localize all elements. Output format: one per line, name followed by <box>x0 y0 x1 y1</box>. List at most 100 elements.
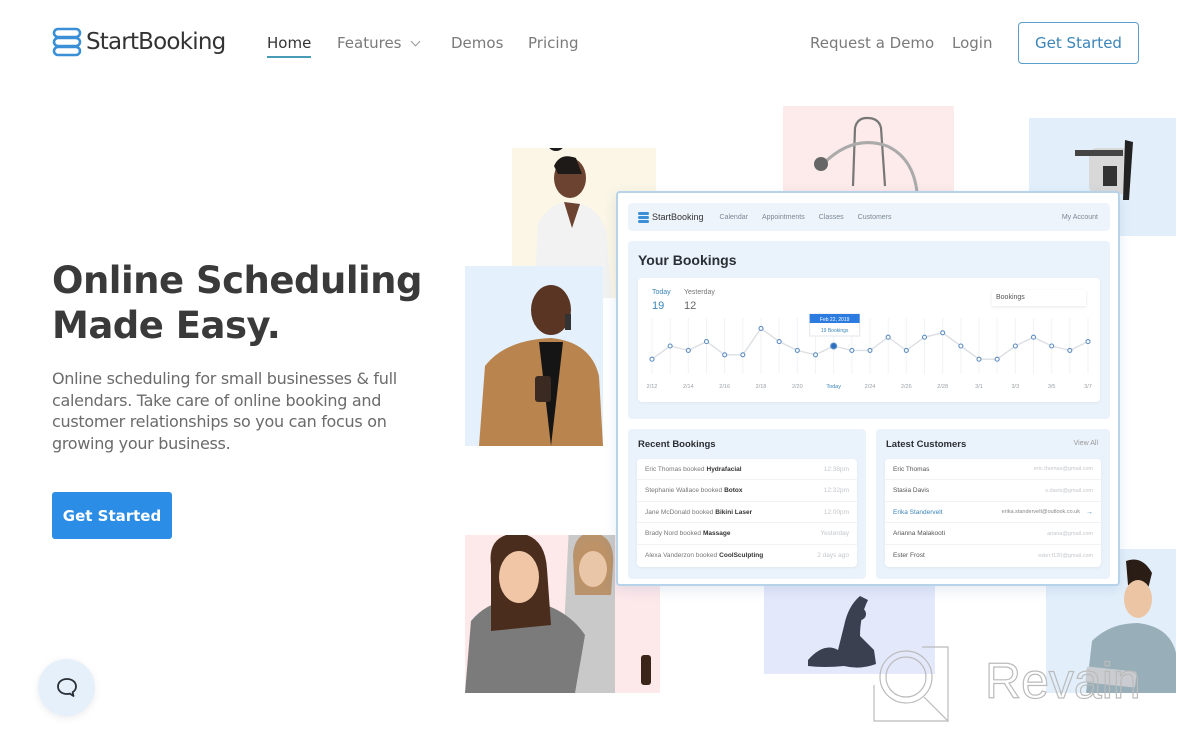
chart-point[interactable] <box>1030 334 1037 340</box>
customer-name: Stasia Davis <box>893 487 930 494</box>
chart-point[interactable] <box>994 356 1000 362</box>
booking-customer: Brady Nord booked <box>645 530 702 537</box>
recent-booking-row[interactable]: Brady Nord booked Massage Yesterday <box>637 524 857 545</box>
chart-point[interactable] <box>649 356 655 362</box>
photo-tile-stethoscope <box>783 106 954 192</box>
chart-point[interactable] <box>903 347 909 353</box>
hero-title-line1: Online Scheduling <box>52 259 423 302</box>
get-started-nav-button[interactable]: Get Started <box>1018 22 1139 64</box>
nav-features[interactable]: Features <box>337 34 420 52</box>
customer-name: Arianna Malakooti <box>893 530 946 537</box>
customer-row[interactable]: Erika Standervelt erika.standervelt@outlo… <box>885 502 1101 523</box>
bookings-title: Your Bookings <box>638 252 737 268</box>
dashboard-nav-customers[interactable]: Customers <box>858 214 892 221</box>
chart-point[interactable] <box>1067 347 1073 353</box>
customer-email: ariana@gmail.com <box>1047 530 1093 537</box>
booking-customer: Eric Thomas booked <box>645 465 705 473</box>
recent-booking-row[interactable]: Alexa Vanderzon booked CoolSculpting 2 day… <box>637 545 857 566</box>
view-all-link[interactable]: View All <box>1074 440 1098 447</box>
chart-point[interactable] <box>867 347 873 353</box>
chart-point[interactable] <box>1049 343 1055 349</box>
get-started-hero-button[interactable]: Get Started <box>52 492 172 539</box>
chart-x-tick-label: 2/18 <box>756 384 767 390</box>
dashboard-brand: StartBooking <box>652 212 704 222</box>
chart-point[interactable] <box>776 339 782 345</box>
nav-pricing[interactable]: Pricing <box>528 34 579 52</box>
dashboard-my-account[interactable]: My Account <box>1062 214 1098 221</box>
hero-title-line2: Made Easy. <box>52 304 281 347</box>
chart-point[interactable] <box>758 325 764 331</box>
booking-service: Hydrafacial <box>706 465 742 473</box>
customer-row[interactable]: Arianna Malakooti ariana@gmail.com <box>885 524 1101 545</box>
chart-point[interactable] <box>703 339 710 345</box>
chart-point[interactable] <box>921 334 928 340</box>
chart-point[interactable] <box>958 343 964 349</box>
customer-email: s.davis@gmail.com <box>1045 487 1093 494</box>
bookings-line-chart: Feb 22, 2019 19 Bookings 2/12 2/14 2/16 2/18 2… <box>647 313 1092 390</box>
startbooking-logo-icon <box>638 211 649 223</box>
tooltip-date: Feb 22, 2019 <box>820 317 850 323</box>
customer-row[interactable]: Ester Frost ester.f120@gmail.com <box>885 545 1101 566</box>
chart-point[interactable] <box>685 347 691 353</box>
booking-time: 12:32pm <box>823 487 849 494</box>
booking-customer: Jane McDonald booked <box>645 508 714 516</box>
recent-booking-row[interactable]: Stephanie Wallace booked Botox 12:32pm <box>637 481 857 502</box>
bookings-panel: Your Bookings Today 19 Yesterday 12 Book… <box>628 241 1110 419</box>
stethoscope-image <box>814 116 919 192</box>
recent-bookings-list: Eric Thomas booked Hydrafacial 12:38pm Step… <box>637 459 857 567</box>
recent-booking-row[interactable]: Jane McDonald booked Bikini Laser 12:00pm <box>637 502 857 523</box>
chart-x-tick-label: 3/3 <box>1012 384 1020 390</box>
hero-description: Online scheduling for small businesses &… <box>52 369 397 453</box>
brand-logo[interactable]: StartBooking <box>52 27 226 57</box>
dashboard-navbar: StartBooking Calendar Appointments Class… <box>628 203 1110 231</box>
customer-email: ester.f120@gmail.com <box>1038 552 1093 559</box>
customer-name: Eric Thomas <box>893 465 930 473</box>
chart-point[interactable] <box>722 352 728 358</box>
chart-x-tick-label: 2/20 <box>792 384 803 390</box>
startbooking-logo-icon <box>52 27 82 57</box>
dashboard-nav-classes[interactable]: Classes <box>819 214 844 221</box>
dashboard-nav-calendar[interactable]: Calendar <box>720 214 748 221</box>
photo-tile-businessman <box>465 266 603 446</box>
chart-point-highlighted[interactable] <box>830 342 838 350</box>
nav-home[interactable]: Home <box>267 34 312 58</box>
chart-point[interactable] <box>812 352 819 358</box>
chart-point[interactable] <box>849 347 855 353</box>
chart-point[interactable] <box>667 343 673 349</box>
dashboard-nav-appointments[interactable]: Appointments <box>762 214 805 221</box>
customer-row[interactable]: Stasia Davis s.davis@gmail.com <box>885 481 1101 502</box>
chart-point[interactable] <box>740 352 746 358</box>
chart-x-tick-label: 2/12 <box>647 384 658 390</box>
revain-logo-icon <box>873 646 949 723</box>
customer-email: erika.standervelt@outlook.co.uk <box>1001 509 1080 515</box>
chart-point[interactable] <box>885 334 891 340</box>
booking-time: 2 days ago <box>817 552 849 559</box>
businessman-phone-image <box>479 285 603 446</box>
recent-bookings-title: Recent Bookings <box>638 439 716 450</box>
booking-time: 12:38pm <box>823 465 849 473</box>
booking-time: 12:00pm <box>823 508 849 516</box>
chevron-down-icon <box>410 36 420 47</box>
login-link[interactable]: Login <box>952 34 992 52</box>
request-demo-link[interactable]: Request a Demo <box>810 34 934 52</box>
chart-x-tick-label: 3/1 <box>975 384 983 390</box>
chart-x-tick-label: 3/5 <box>1048 384 1056 390</box>
booking-service: Bikini Laser <box>715 508 753 516</box>
chart-point[interactable] <box>976 356 982 362</box>
chat-button[interactable] <box>38 659 95 716</box>
chart-point[interactable] <box>1085 339 1091 345</box>
chart-point[interactable] <box>940 330 946 336</box>
chart-tooltip: Feb 22, 2019 19 Bookings <box>809 313 861 337</box>
recent-booking-row[interactable]: Eric Thomas booked Hydrafacial 12:38pm <box>637 459 857 480</box>
booking-customer: Alexa Vanderzon booked <box>645 552 718 559</box>
top-navigation: StartBooking Home Features Demos Pricing… <box>0 0 1190 86</box>
nav-demos[interactable]: Demos <box>451 34 503 52</box>
customer-name: Erika Standervelt <box>893 508 943 516</box>
chart-point[interactable] <box>794 347 800 353</box>
customer-row[interactable]: Eric Thomas eric.thomas@gmail.com <box>885 459 1101 480</box>
hero-title: Online Scheduling Made Easy. <box>52 258 423 348</box>
booking-service: Botox <box>724 487 743 494</box>
bookings-chart-card: Today 19 Yesterday 12 Bookings Feb 22, 2… <box>638 278 1100 402</box>
arrow-right-icon[interactable]: → <box>1086 509 1093 516</box>
chart-point[interactable] <box>1012 343 1018 349</box>
